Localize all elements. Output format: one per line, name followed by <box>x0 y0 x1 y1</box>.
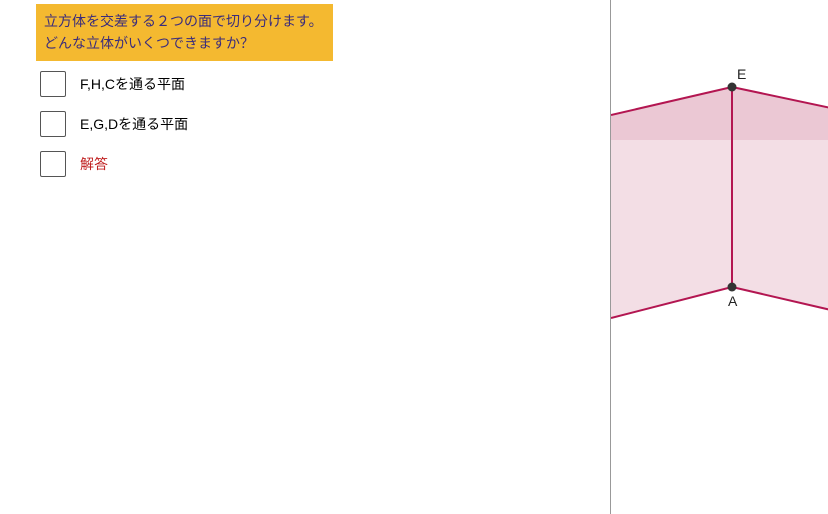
geometry-panel[interactable]: E A <box>610 0 828 514</box>
option-label-fhc: F,H,Cを通る平面 <box>80 74 185 94</box>
prompt-line-1: 立方体を交差する２つの面で切り分けます。 <box>44 10 323 32</box>
options-list: F,H,Cを通る平面 E,G,Dを通る平面 解答 <box>40 71 610 177</box>
checkbox-answer[interactable] <box>40 151 66 177</box>
vertex-label-e: E <box>737 66 746 82</box>
prompt-box: 立方体を交差する２つの面で切り分けます。 どんな立体がいくつできますか？ <box>36 4 333 61</box>
vertex-point-e[interactable] <box>728 83 737 92</box>
option-row-answer: 解答 <box>40 151 610 177</box>
vertex-label-a: A <box>728 293 738 309</box>
left-panel: 立方体を交差する２つの面で切り分けます。 どんな立体がいくつできますか？ F,H… <box>0 0 610 514</box>
checkbox-fhc[interactable] <box>40 71 66 97</box>
option-label-egd: E,G,Dを通る平面 <box>80 114 188 134</box>
option-row-fhc: F,H,Cを通る平面 <box>40 71 610 97</box>
checkbox-egd[interactable] <box>40 111 66 137</box>
option-row-egd: E,G,Dを通る平面 <box>40 111 610 137</box>
option-label-answer: 解答 <box>80 154 108 174</box>
prompt-line-2: どんな立体がいくつできますか？ <box>44 32 323 54</box>
app-root: 立方体を交差する２つの面で切り分けます。 どんな立体がいくつできますか？ F,H… <box>0 0 828 514</box>
vertex-point-a[interactable] <box>728 283 737 292</box>
cube-left-face <box>611 87 732 318</box>
geometry-svg: E A <box>611 0 828 514</box>
cube-right-face <box>732 87 828 310</box>
